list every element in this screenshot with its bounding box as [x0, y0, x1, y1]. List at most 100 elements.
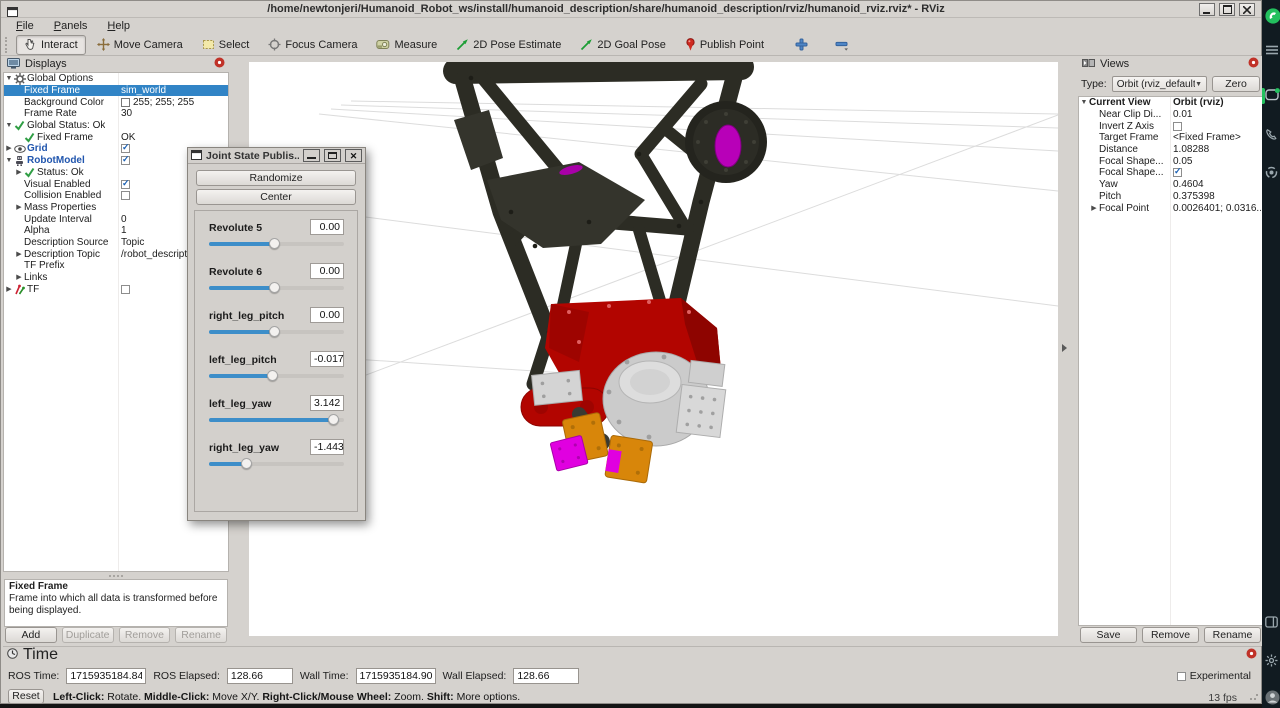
time-header[interactable]: Time: [3, 647, 1261, 663]
tree-row-distance[interactable]: Distance1.08288: [1079, 144, 1262, 156]
resize-grip[interactable]: [1249, 691, 1259, 701]
tree-checkbox[interactable]: [121, 156, 130, 165]
save-button[interactable]: Save: [1080, 627, 1137, 643]
ros-elapsed-input[interactable]: [227, 668, 293, 684]
zero-button[interactable]: Zero: [1212, 76, 1260, 92]
tree-checkbox[interactable]: [121, 191, 130, 200]
wall-time-input[interactable]: [356, 668, 436, 684]
menu-icon[interactable]: [1265, 44, 1279, 56]
tool-2d-goal-pose[interactable]: 2D Goal Pose: [572, 35, 673, 55]
tool-publish-point[interactable]: Publish Point: [677, 35, 772, 55]
panel-icon[interactable]: [1265, 616, 1278, 628]
experimental-checkbox[interactable]: [1177, 672, 1186, 681]
views-header[interactable]: Views: [1078, 56, 1263, 72]
joint-value-input[interactable]: -1.443: [310, 439, 344, 455]
dialog-close-button[interactable]: [345, 149, 362, 162]
dialog-minimize-button[interactable]: [303, 149, 320, 162]
tree-checkbox[interactable]: [121, 285, 130, 294]
menu-panels[interactable]: Panels: [45, 20, 97, 32]
views-close-icon[interactable]: [1248, 57, 1259, 71]
close-icon[interactable]: [1246, 648, 1257, 659]
tree-label: Fixed Frame: [24, 85, 80, 96]
joint-value-input[interactable]: 3.142: [310, 395, 344, 411]
tree-row-background-color[interactable]: Background Color255; 255; 255: [4, 96, 228, 108]
remove-button[interactable]: Remove: [1142, 627, 1199, 643]
view-type-combobox[interactable]: Orbit (rviz_default_ ▼: [1112, 76, 1207, 92]
tree-row-target-frame[interactable]: Target Frame<Fixed Frame>: [1079, 132, 1262, 144]
reset-button[interactable]: Reset: [8, 689, 44, 704]
close-icon[interactable]: [1248, 57, 1259, 68]
avatar-icon[interactable]: [1265, 690, 1280, 705]
joint-value-input[interactable]: 0.00: [310, 219, 344, 235]
joint-slider-handle[interactable]: [269, 238, 280, 249]
minimize-button[interactable]: [1199, 3, 1215, 16]
joint-slider-handle[interactable]: [269, 282, 280, 293]
tree-checkbox[interactable]: [121, 180, 130, 189]
tool-2d-pose-estimate[interactable]: 2D Pose Estimate: [448, 35, 569, 55]
tree-row-yaw[interactable]: Yaw0.4604: [1079, 179, 1262, 191]
tree-label: Description Topic: [24, 249, 100, 260]
tool-move-camera[interactable]: Move Camera: [89, 35, 191, 55]
displays-splitter[interactable]: [3, 574, 229, 578]
render-viewport[interactable]: [249, 62, 1058, 636]
tool-interact[interactable]: Interact: [16, 35, 86, 55]
joint-slider-handle[interactable]: [267, 370, 278, 381]
close-button[interactable]: [1239, 3, 1255, 16]
tool-measure[interactable]: Measure: [368, 35, 445, 55]
views-splitter-handle[interactable]: [1062, 344, 1067, 352]
ros-time-input[interactable]: [66, 668, 146, 684]
time-close-icon[interactable]: [1246, 646, 1257, 664]
tool-focus-camera[interactable]: Focus Camera: [260, 35, 365, 55]
add-button[interactable]: Add: [5, 627, 57, 643]
tree-checkbox[interactable]: [121, 144, 130, 153]
displays-header[interactable]: Displays: [3, 56, 229, 72]
title-bar[interactable]: /home/newtonjeri/Humanoid_Robot_ws/insta…: [1, 1, 1261, 18]
center-button[interactable]: Center: [196, 189, 356, 205]
tree-checkbox[interactable]: [1173, 122, 1182, 131]
close-icon[interactable]: [214, 57, 225, 68]
tree-row-focal-shape[interactable]: Focal Shape...0.05: [1079, 155, 1262, 167]
joint-slider-track[interactable]: [209, 462, 344, 466]
menu-file[interactable]: File: [7, 20, 43, 32]
tree-row-invert-z-axis[interactable]: Invert Z Axis: [1079, 120, 1262, 132]
tool-select[interactable]: Select: [194, 35, 258, 55]
joint-slider-track[interactable]: [209, 286, 344, 290]
remove-tool-button[interactable]: [829, 35, 855, 55]
tree-row-near-clip-di[interactable]: Near Clip Di...0.01: [1079, 109, 1262, 121]
add-tool-button[interactable]: [789, 35, 814, 55]
joint-slider-track[interactable]: [209, 242, 344, 246]
tree-row-frame-rate[interactable]: Frame Rate30: [4, 108, 228, 120]
dialog-maximize-button[interactable]: [324, 149, 341, 162]
tree-row-pitch[interactable]: Pitch0.375398: [1079, 191, 1262, 203]
tree-row-fixed-frame[interactable]: Fixed Framesim_world: [4, 85, 228, 97]
chat-icon[interactable]: [1265, 88, 1280, 102]
call-icon[interactable]: [1265, 128, 1278, 141]
wall-elapsed-input[interactable]: [513, 668, 579, 684]
tree-row-fixed-frame[interactable]: Fixed FrameOK: [4, 131, 228, 143]
joint-value-input[interactable]: 0.00: [310, 307, 344, 323]
joint-slider-handle[interactable]: [328, 414, 339, 425]
joint-slider-track[interactable]: [209, 418, 344, 422]
joint-slider-handle[interactable]: [269, 326, 280, 337]
tree-row-focal-point[interactable]: ▶Focal Point0.0026401; 0.0316...: [1079, 202, 1262, 214]
status-icon[interactable]: [1265, 166, 1278, 179]
tree-row-global-options[interactable]: ▼Global Options: [4, 73, 228, 85]
maximize-button[interactable]: [1219, 3, 1235, 16]
toolbar-handle[interactable]: [5, 37, 10, 53]
displays-close-icon[interactable]: [214, 57, 225, 71]
tree-row-current-view[interactable]: ▼Current ViewOrbit (rviz): [1079, 97, 1262, 109]
app-logo-icon[interactable]: [1265, 8, 1280, 24]
joint-value-input[interactable]: 0.00: [310, 263, 344, 279]
rename-button[interactable]: Rename: [1204, 627, 1261, 643]
joint-slider-handle[interactable]: [241, 458, 252, 469]
dialog-title-bar[interactable]: Joint State Publis...: [188, 148, 365, 164]
randomize-button[interactable]: Randomize: [196, 170, 356, 186]
joint-value-input[interactable]: -0.017: [310, 351, 344, 367]
menu-help[interactable]: Help: [98, 20, 139, 32]
tree-row-global-status-ok[interactable]: ▼Global Status: Ok: [4, 120, 228, 132]
joint-slider-track[interactable]: [209, 330, 344, 334]
joint-slider-track[interactable]: [209, 374, 344, 378]
settings-icon[interactable]: [1265, 654, 1278, 667]
tree-row-focal-shape[interactable]: Focal Shape...: [1079, 167, 1262, 179]
tree-checkbox[interactable]: [1173, 168, 1182, 177]
